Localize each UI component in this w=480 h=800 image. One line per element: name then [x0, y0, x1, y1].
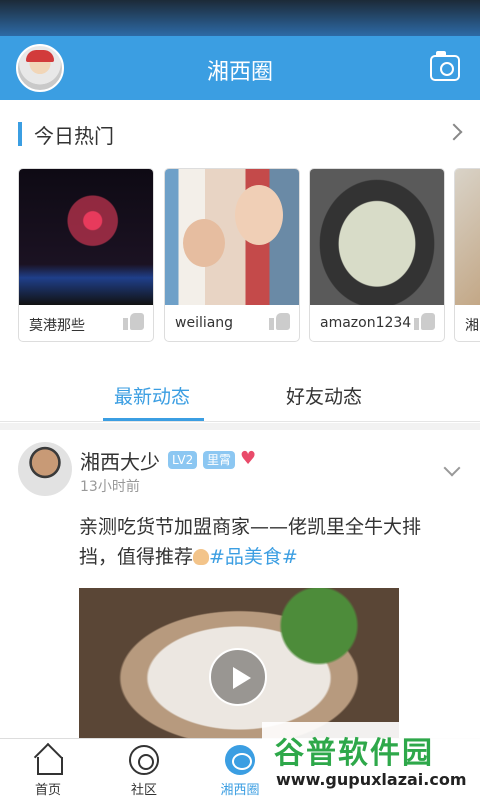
hot-card-caption: amazon1234 — [320, 315, 412, 331]
portrait-pillow-image — [165, 169, 299, 305]
child-face — [183, 219, 225, 267]
heart-icon: ♥ — [240, 448, 257, 469]
community-icon — [129, 745, 159, 775]
status-bar — [0, 0, 480, 36]
thumbs-up-icon[interactable] — [123, 311, 145, 331]
chevron-right-icon[interactable] — [445, 123, 463, 141]
watermark: 谷普软件园 www.gupuxlazai.com — [262, 722, 480, 800]
page-title: 湘西圈 — [206, 60, 273, 85]
tab-latest[interactable]: 最新动态 — [114, 382, 190, 409]
hashtag-link[interactable]: #品美食# — [209, 546, 298, 568]
tab-friends[interactable]: 好友动态 — [286, 382, 362, 409]
nav-community[interactable]: 社区 — [96, 739, 192, 800]
active-tab-indicator — [103, 418, 204, 421]
woman-face — [235, 185, 283, 245]
divider — [0, 423, 480, 430]
fireworks-image — [19, 169, 153, 305]
watermark-url: www.gupuxlazai.com — [276, 770, 467, 789]
section-accent-bar — [18, 122, 22, 146]
chevron-down-icon[interactable] — [443, 459, 461, 477]
nav-home-label: 首页 — [34, 783, 61, 798]
nav-home[interactable]: 首页 — [0, 739, 96, 800]
hotpot-image — [310, 169, 444, 305]
post-body[interactable]: 亲测吃货节加盟商家——佬凯里全牛大排挡，值得推荐 #品美食# — [79, 512, 449, 572]
play-icon[interactable] — [209, 648, 267, 706]
hot-card[interactable]: 莫港那些 — [18, 168, 154, 342]
fish-image — [455, 169, 480, 305]
hot-carousel[interactable]: 莫港那些 weiliang amazon1234 湘 — [18, 168, 480, 344]
thumbs-up-icon[interactable] — [414, 311, 436, 331]
hot-card[interactable]: weiliang — [164, 168, 300, 342]
camera-icon[interactable] — [430, 51, 460, 81]
clap-emoji-icon — [193, 549, 210, 565]
post-timestamp: 13小时前 — [80, 479, 140, 495]
hot-card[interactable]: amazon1234 — [309, 168, 445, 342]
post-author-name[interactable]: 湘西大少 — [80, 446, 160, 475]
app-bar: 湘西圈 — [0, 36, 480, 100]
hot-card-caption: 莫港那些 — [29, 318, 85, 334]
hot-section-header[interactable]: 今日热门 — [18, 118, 468, 148]
post-video[interactable] — [79, 588, 399, 738]
circle-icon — [225, 745, 255, 775]
thumbs-up-icon[interactable] — [269, 311, 291, 331]
hot-section-title: 今日热门 — [34, 124, 114, 148]
nav-community-label: 社区 — [130, 783, 157, 798]
title-badge: 里霄 — [203, 451, 236, 469]
level-badge: LV2 — [168, 451, 198, 469]
home-icon — [33, 745, 63, 775]
hot-card-caption: weiliang — [175, 315, 234, 331]
feed-tabs: 最新动态 好友动态 — [0, 372, 480, 422]
watermark-text: 谷普软件园 — [274, 736, 434, 771]
post-author-avatar[interactable] — [18, 442, 72, 496]
hot-card[interactable]: 湘 — [454, 168, 480, 342]
hot-card-caption: 湘 — [465, 318, 479, 334]
